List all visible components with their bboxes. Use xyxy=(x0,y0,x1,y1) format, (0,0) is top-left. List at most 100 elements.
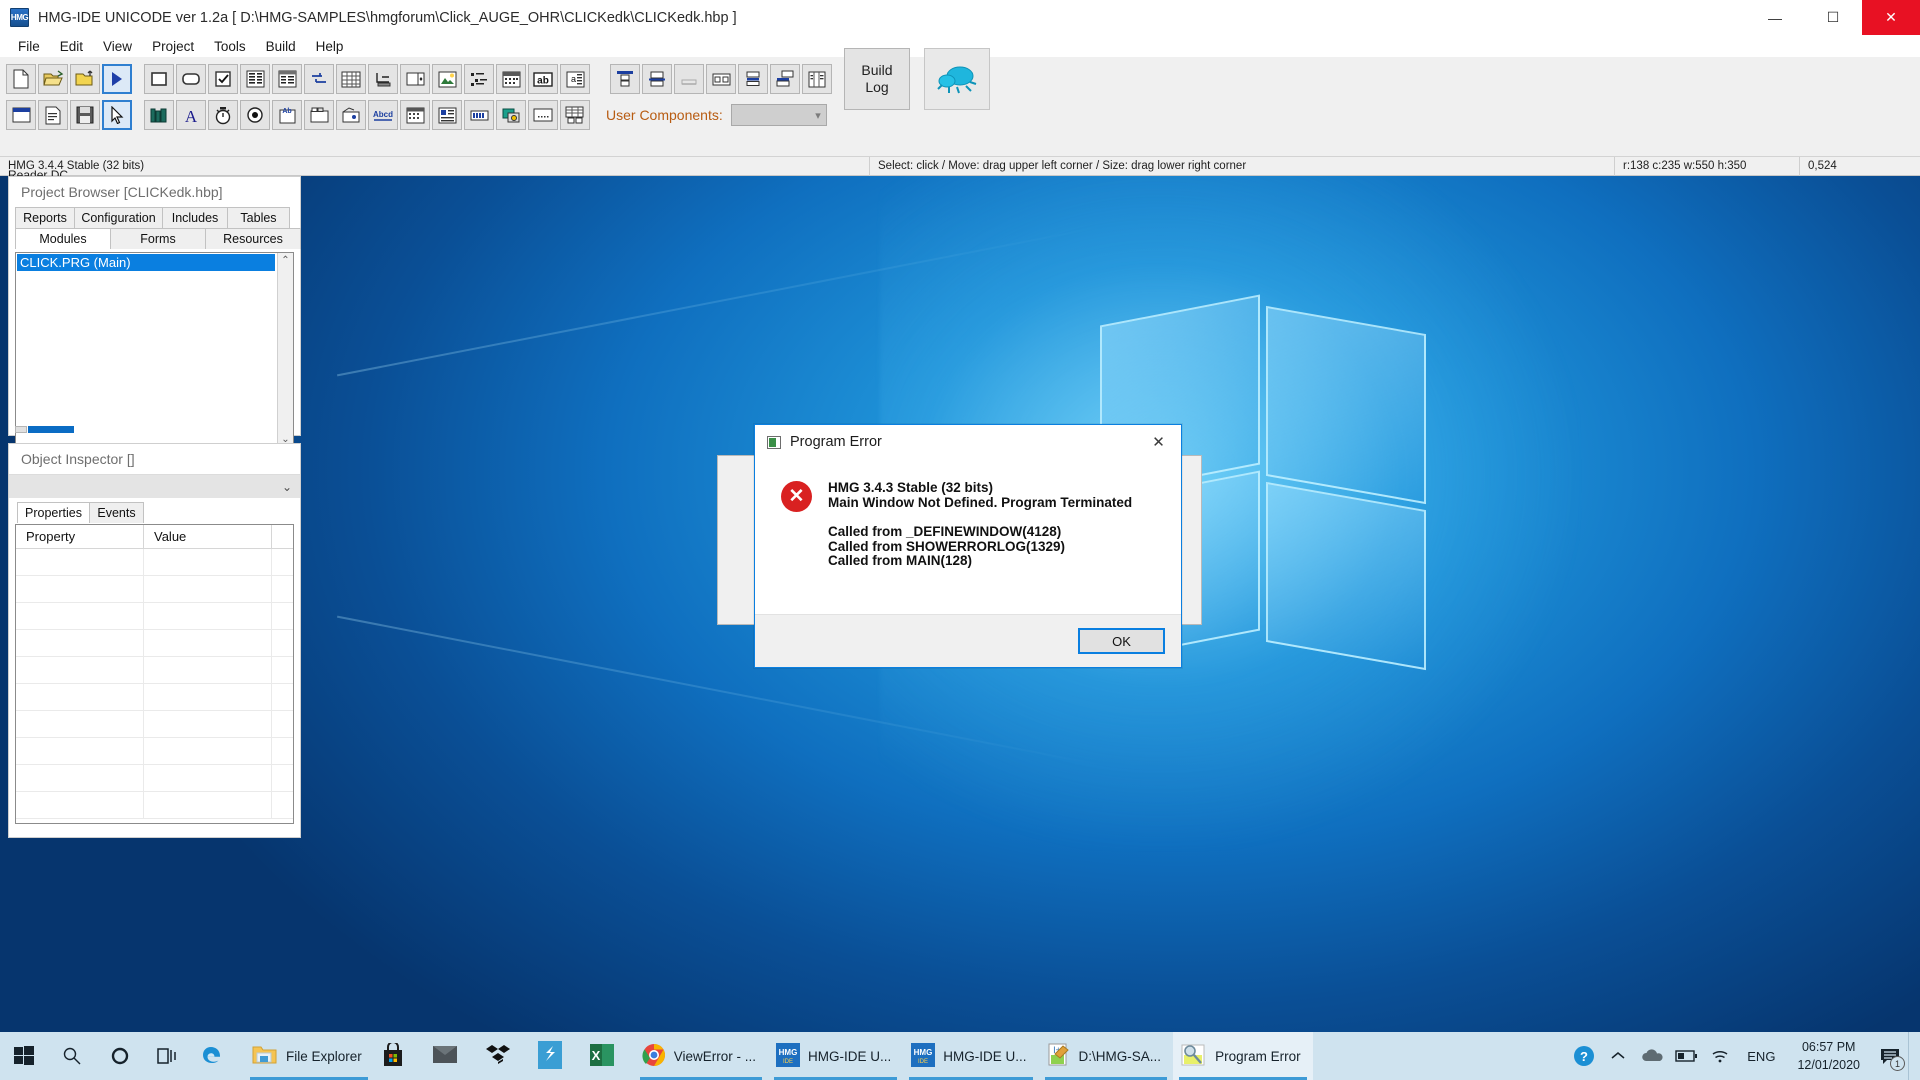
browser-resize-handle[interactable] xyxy=(15,426,85,433)
tab-includes[interactable]: Includes xyxy=(162,207,228,228)
cortana-icon[interactable] xyxy=(96,1032,144,1080)
panel-dotted-icon[interactable] xyxy=(528,100,558,130)
resize-grip-left[interactable] xyxy=(15,426,27,433)
checkbox-control-icon[interactable] xyxy=(208,64,238,94)
menu-item-help[interactable]: Help xyxy=(306,38,354,55)
table-row[interactable] xyxy=(16,576,293,603)
menu-item-tools[interactable]: Tools xyxy=(204,38,256,55)
ole-control-icon[interactable] xyxy=(496,100,526,130)
tree-control-icon[interactable] xyxy=(368,64,398,94)
run-icon[interactable] xyxy=(102,64,132,94)
taskbar-item-chrome[interactable]: ViewError - ... xyxy=(634,1032,768,1080)
taskbar-item-mail[interactable] xyxy=(424,1032,478,1080)
table-row[interactable] xyxy=(16,684,293,711)
task-view-icon[interactable] xyxy=(144,1032,192,1080)
pointer-select-icon[interactable] xyxy=(102,100,132,130)
date-picker-icon[interactable] xyxy=(400,100,430,130)
onedrive-cloud-icon[interactable] xyxy=(1635,1032,1669,1080)
column-header-property[interactable]: Property xyxy=(16,525,144,549)
user-components-combo[interactable]: ▾ xyxy=(730,104,827,126)
document-icon[interactable] xyxy=(38,100,68,130)
window-icon[interactable] xyxy=(6,100,36,130)
tab-control-icon[interactable] xyxy=(304,100,334,130)
action-center-icon[interactable]: 1 xyxy=(1872,1032,1908,1080)
modules-scrollbar[interactable]: ⌃ ⌄ xyxy=(277,253,293,447)
battery-icon[interactable] xyxy=(1669,1032,1703,1080)
taskbar-item-program-error[interactable]: Program Error xyxy=(1173,1032,1313,1080)
ab-frame-icon[interactable]: Ab xyxy=(272,100,302,130)
save-disk-icon[interactable] xyxy=(70,100,100,130)
label-ab-icon[interactable]: ab xyxy=(528,64,558,94)
new-file-icon[interactable] xyxy=(6,64,36,94)
player-control-icon[interactable] xyxy=(336,100,366,130)
menu-item-project[interactable]: Project xyxy=(142,38,204,55)
align-right-icon[interactable] xyxy=(770,64,800,94)
align-center-icon[interactable] xyxy=(738,64,768,94)
menu-item-build[interactable]: Build xyxy=(256,38,306,55)
maximize-button[interactable]: ☐ xyxy=(1804,0,1862,35)
align-top-icon[interactable] xyxy=(610,64,640,94)
table-control-icon[interactable] xyxy=(336,64,366,94)
progressbar-icon[interactable] xyxy=(464,100,494,130)
show-hidden-icons-chevron[interactable] xyxy=(1601,1032,1635,1080)
align-left-icon[interactable] xyxy=(706,64,736,94)
windows-start-icon[interactable] xyxy=(0,1032,48,1080)
wifi-icon[interactable] xyxy=(1703,1032,1737,1080)
align-middle-icon[interactable] xyxy=(642,64,672,94)
language-indicator[interactable]: ENG xyxy=(1737,1032,1785,1080)
menu-item-file[interactable]: File xyxy=(8,38,50,55)
month-calendar-icon[interactable] xyxy=(496,64,526,94)
save-folder-icon[interactable] xyxy=(70,64,100,94)
align-bottom-icon[interactable] xyxy=(674,64,704,94)
column-header-value[interactable]: Value xyxy=(144,525,272,549)
open-folder-icon[interactable] xyxy=(38,64,68,94)
taskbar-item-file-explorer[interactable]: File Explorer xyxy=(244,1032,374,1080)
rounded-button-icon[interactable] xyxy=(176,64,206,94)
column-header-extra[interactable] xyxy=(272,525,293,549)
list-item[interactable]: CLICK.PRG (Main) xyxy=(17,254,275,271)
table-row[interactable] xyxy=(16,738,293,765)
tab-configuration[interactable]: Configuration xyxy=(74,207,163,228)
menu-item-edit[interactable]: Edit xyxy=(50,38,93,55)
tab-tables[interactable]: Tables xyxy=(227,207,290,228)
tab-properties[interactable]: Properties xyxy=(17,502,90,523)
object-selector-combo[interactable]: ⌄ xyxy=(9,474,300,498)
image-control-icon[interactable] xyxy=(432,64,462,94)
font-a-icon[interactable]: A xyxy=(176,100,206,130)
properties-grid[interactable]: Property Value xyxy=(15,524,294,824)
tab-modules[interactable]: Modules xyxy=(15,228,111,249)
list-detail-icon[interactable] xyxy=(432,100,462,130)
radio-control-icon[interactable] xyxy=(240,100,270,130)
button-control-icon[interactable] xyxy=(144,64,174,94)
abcd-link-icon[interactable]: Abcd xyxy=(368,100,398,130)
taskbar-item-notepad[interactable]: I+ D:\HMG-SA... xyxy=(1039,1032,1174,1080)
taskbar-item-hmg-ide-1[interactable]: HMG IDE HMG-IDE U... xyxy=(768,1032,903,1080)
table-row[interactable] xyxy=(16,603,293,630)
table-row[interactable] xyxy=(16,711,293,738)
splitter-icon[interactable] xyxy=(304,64,334,94)
ok-button[interactable]: OK xyxy=(1078,628,1165,654)
resize-grip-bar[interactable] xyxy=(28,426,74,433)
taskbar-item-microsoft-store[interactable] xyxy=(374,1032,424,1080)
tab-events[interactable]: Events xyxy=(89,502,144,523)
tab-resources[interactable]: Resources xyxy=(205,228,301,249)
grid-control-icon[interactable] xyxy=(272,64,302,94)
timer-icon[interactable] xyxy=(208,100,238,130)
taskbar-item-hmg-ide-2[interactable]: HMG IDE HMG-IDE U... xyxy=(903,1032,1038,1080)
table-row[interactable] xyxy=(16,630,293,657)
taskbar-item-edge[interactable] xyxy=(192,1032,244,1080)
database-grid-icon[interactable] xyxy=(560,100,590,130)
treeview-icon[interactable] xyxy=(464,64,494,94)
library-icon[interactable] xyxy=(144,100,174,130)
menu-item-view[interactable]: View xyxy=(93,38,142,55)
taskbar-item-dropbox[interactable] xyxy=(478,1032,530,1080)
taskbar-item-sublime-text[interactable] xyxy=(530,1032,582,1080)
help-question-icon[interactable]: ? xyxy=(1567,1032,1601,1080)
taskbar-item-excel[interactable]: X xyxy=(582,1032,634,1080)
search-icon[interactable] xyxy=(48,1032,96,1080)
minimize-button[interactable]: — xyxy=(1746,0,1804,35)
table-row[interactable] xyxy=(16,792,293,819)
dialog-close-button[interactable]: ✕ xyxy=(1136,425,1181,459)
table-row[interactable] xyxy=(16,657,293,684)
spinner-control-icon[interactable] xyxy=(400,64,430,94)
